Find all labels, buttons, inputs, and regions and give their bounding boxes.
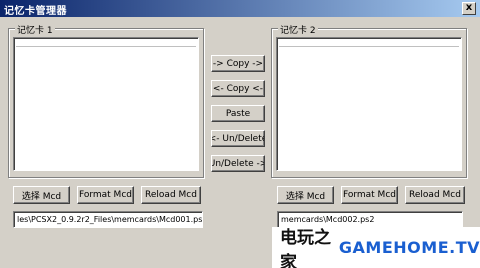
memory-card-2-group: 记忆卡 2 <box>271 23 467 178</box>
memory-card-1-list[interactable] <box>13 37 199 171</box>
list-header-line <box>279 41 459 47</box>
right-reload-mcd-button[interactable]: Reload Mcd <box>405 186 465 204</box>
memory-card-2-label: 记忆卡 2 <box>278 23 318 36</box>
left-select-mcd-button[interactable]: 选择 Mcd <box>13 186 70 204</box>
left-reload-mcd-button[interactable]: Reload Mcd <box>141 186 201 204</box>
copy-left-button[interactable]: <- Copy <- <box>211 80 265 97</box>
left-format-mcd-button[interactable]: Format Mcd <box>77 186 134 204</box>
memory-card-2-list[interactable] <box>276 37 462 171</box>
memory-card-1-group: 记忆卡 1 <box>8 23 204 178</box>
undelete-left-button[interactable]: <- Un/Delete <box>211 130 265 147</box>
undelete-right-button[interactable]: Un/Delete -> <box>211 155 265 172</box>
title-bar: 记忆卡管理器 x <box>0 0 480 17</box>
site-watermark: 电玩之家 GAMEHOME.TV <box>272 227 480 268</box>
copy-right-button[interactable]: -> Copy -> <box>211 55 265 72</box>
right-select-mcd-button[interactable]: 选择 Mcd <box>277 186 334 204</box>
paste-button[interactable]: Paste <box>211 105 265 122</box>
list-header-line <box>16 41 196 47</box>
close-button[interactable]: x <box>462 2 476 15</box>
memory-card-1-label: 记忆卡 1 <box>15 23 55 36</box>
left-path-field[interactable]: les\PCSX2_0.9.2r2_Files\memcards\Mcd001.… <box>13 211 203 228</box>
watermark-cn: 电玩之家 <box>280 227 331 268</box>
window-title: 记忆卡管理器 <box>4 6 67 17</box>
watermark-en: GAMEHOME.TV <box>338 238 480 257</box>
right-format-mcd-button[interactable]: Format Mcd <box>341 186 398 204</box>
